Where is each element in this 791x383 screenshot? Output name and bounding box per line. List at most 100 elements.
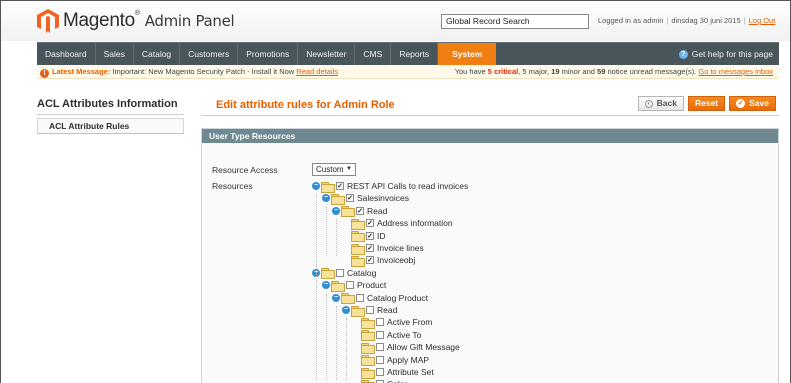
nav-item-catalog[interactable]: Catalog [134, 43, 181, 65]
tree-checkbox[interactable] [376, 318, 384, 327]
tree-checkbox[interactable] [376, 343, 384, 352]
tree-checkbox[interactable]: ✓ [366, 256, 374, 265]
folder-icon [361, 342, 375, 354]
tree-checkbox[interactable]: ✓ [366, 219, 374, 228]
nav-item-sales[interactable]: Sales [96, 43, 134, 65]
tree-node[interactable]: Apply MAP [352, 354, 429, 367]
tree-node[interactable]: Attribute Set [352, 366, 434, 379]
collapse-toggle-icon[interactable]: − [322, 194, 330, 203]
minor-count: 19 [551, 67, 560, 76]
critical-count: 5 critical [487, 67, 519, 76]
tree-checkbox[interactable] [346, 281, 354, 290]
tree-guide-line [336, 306, 337, 381]
logout-link[interactable]: Log Out [749, 16, 776, 25]
tree-node-label: Read [377, 305, 398, 315]
tree-node[interactable]: − Catalog Product [332, 292, 428, 305]
panel-title: User Type Resources [202, 129, 778, 143]
tree-node[interactable]: ✓ ID [342, 230, 386, 243]
logo[interactable]: Magento® Admin Panel [37, 9, 235, 33]
nav-item-newsletter[interactable]: Newsletter [298, 43, 356, 65]
tree-checkbox[interactable] [356, 293, 364, 302]
global-search-input[interactable]: Global Record Search [441, 14, 589, 29]
logo-text: Magento® Admin Panel [63, 10, 235, 32]
tree-node-label: Attribute Set [387, 367, 434, 377]
tree-checkbox[interactable] [376, 368, 384, 376]
sidebar-title: ACL Attributes Information [37, 98, 184, 115]
tree-node[interactable]: ✓ Invoice lines [342, 242, 424, 255]
tree-guide-line [326, 206, 327, 257]
date-text: dinsdag 30 juni 2015 [671, 16, 741, 25]
tree-node[interactable]: − Product [322, 279, 386, 292]
tree-node-label: Invoiceobj [377, 255, 416, 266]
tree-node[interactable]: Active To [352, 329, 421, 342]
form-buttons: ‹ Back Reset ✓ Save [637, 96, 776, 111]
tree-node-label: ID [377, 230, 386, 241]
nav-item-promotions[interactable]: Promotions [238, 43, 299, 65]
tree-guide-line [316, 194, 317, 282]
tree-node[interactable]: ✓ Invoiceobj [342, 254, 416, 267]
collapse-toggle-icon[interactable]: − [312, 182, 320, 190]
folder-icon [331, 193, 345, 205]
nav-item-dashboard[interactable]: Dashboard [37, 43, 96, 65]
tree-checkbox[interactable]: ✓ [366, 231, 374, 240]
nav-item-cms[interactable]: CMS [355, 43, 392, 65]
help-icon: ? [678, 49, 688, 59]
tree-node[interactable]: Allow Gift Message [352, 341, 460, 354]
logo-sub-text: Admin Panel [144, 12, 235, 30]
tree-node-label: Invoice lines [377, 243, 424, 253]
tree-node[interactable]: − Catalog [312, 267, 377, 280]
tree-guide-line [326, 293, 327, 381]
tree-checkbox[interactable]: ✓ [346, 194, 354, 203]
header: Magento® Admin Panel Global Record Searc… [1, 1, 790, 41]
tree-checkbox[interactable]: ✓ [336, 182, 344, 190]
tree-node-label: Allow Gift Message [387, 342, 460, 353]
resource-tree: − ✓ REST API Calls to read invoices − ✓ Sales… [202, 143, 778, 383]
help-link[interactable]: ? Get help for this page [678, 43, 773, 65]
tree-node-label: Read [367, 205, 388, 216]
folder-icon [351, 255, 365, 267]
save-button[interactable]: ✓ Save [729, 96, 776, 111]
collapse-toggle-icon[interactable]: − [342, 306, 350, 314]
tree-node-label: Color [387, 379, 407, 383]
collapse-toggle-icon[interactable]: − [322, 281, 330, 290]
window: Magento® Admin Panel Global Record Searc… [0, 0, 791, 383]
notice-label: Latest Message: [52, 67, 111, 76]
tree-checkbox[interactable] [366, 306, 374, 314]
notice-bar: ! Latest Message: Important: New Magento … [37, 65, 779, 79]
nav-item-customers[interactable]: Customers [180, 43, 239, 65]
tab-acl-attribute-rules[interactable]: ACL Attribute Rules [37, 118, 184, 134]
notice-count-text: notice unread message(s). [605, 67, 697, 76]
tree-node[interactable]: ✓ Address information [342, 217, 453, 230]
back-button[interactable]: ‹ Back [637, 96, 684, 111]
read-details-link[interactable]: Read details [296, 67, 338, 76]
folder-icon [321, 268, 335, 280]
collapse-toggle-icon[interactable]: − [332, 206, 340, 215]
folder-icon [341, 293, 355, 305]
tree-node-label: Active From [387, 317, 433, 328]
tree-checkbox[interactable] [376, 355, 384, 364]
tree-node[interactable]: Active From [352, 316, 433, 329]
tree-node[interactable]: − ✓ REST API Calls to read invoices [312, 180, 468, 193]
tree-checkbox[interactable] [376, 330, 384, 339]
main-nav: Dashboard Sales Catalog Customers Promotions… [37, 42, 779, 65]
tree-node-label: Salesinvoices [357, 193, 409, 204]
tree-node[interactable]: − ✓ Salesinvoices [322, 192, 409, 205]
tree-checkbox[interactable]: ✓ [366, 244, 374, 252]
header-links: Logged in as admin | dinsdag 30 juni 2015 |… [598, 16, 776, 25]
logo-trademark: ® [134, 10, 140, 17]
logged-in-text: Logged in as admin [598, 16, 664, 25]
reset-button[interactable]: Reset [687, 96, 726, 111]
tree-node[interactable]: Color [352, 378, 407, 383]
nav-item-reports[interactable]: Reports [391, 43, 439, 65]
tree-node-label: Catalog [347, 267, 377, 278]
collapse-toggle-icon[interactable]: − [332, 293, 340, 302]
tree-checkbox[interactable] [336, 268, 344, 277]
tree-guide-line [336, 219, 337, 257]
nav-item-system[interactable]: System [438, 43, 497, 65]
tree-checkbox[interactable]: ✓ [356, 206, 364, 215]
tree-node[interactable]: − Read [342, 304, 398, 317]
inbox-link[interactable]: Go to messages inbox [698, 67, 773, 76]
title-divider [201, 115, 779, 116]
nav-items: Dashboard Sales Catalog Customers Promotions… [37, 43, 779, 65]
tree-node[interactable]: − ✓ Read [332, 205, 388, 218]
